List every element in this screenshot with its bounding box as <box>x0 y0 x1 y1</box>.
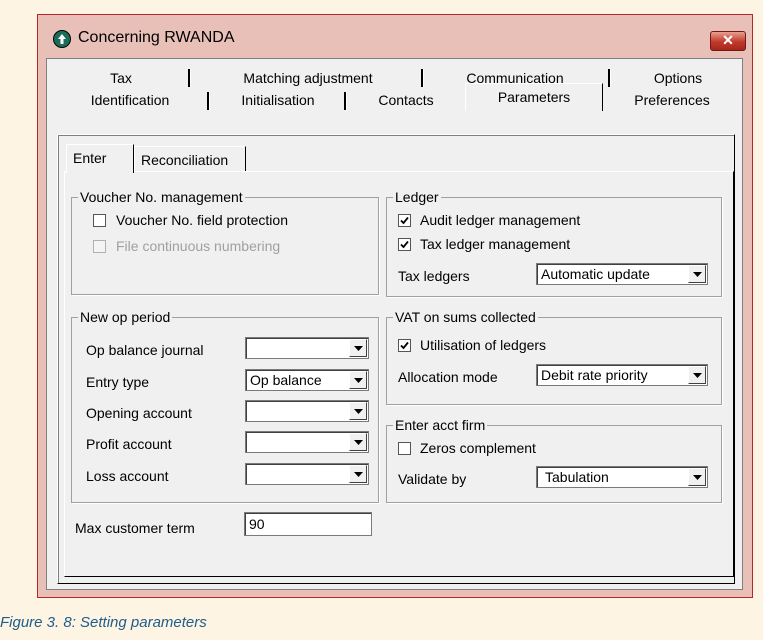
chevron-down-icon <box>354 409 363 414</box>
tab-tax[interactable]: Tax <box>51 67 191 89</box>
dropdown-button[interactable] <box>688 468 706 486</box>
entry-type-label: Entry type <box>86 374 150 390</box>
continuous-numbering-checkbox <box>93 240 106 253</box>
op-balance-journal-select[interactable] <box>245 337 369 359</box>
chevron-down-icon <box>354 472 363 477</box>
vat-group: VAT on sums collected <box>386 309 722 405</box>
tab-contacts[interactable]: Contacts <box>347 89 465 111</box>
dropdown-button[interactable] <box>349 433 367 451</box>
tax-ledgers-label: Tax ledgers <box>398 268 470 284</box>
dialog-window: Concerning RWANDA ✕ Tax Matching adjustm… <box>37 14 753 598</box>
zeros-complement-checkbox[interactable] <box>398 442 411 455</box>
close-icon: ✕ <box>722 32 734 48</box>
dropdown-button[interactable] <box>349 339 367 357</box>
allocation-mode-label: Allocation mode <box>398 369 498 385</box>
checkmark-icon <box>400 216 409 225</box>
tab-divider <box>421 69 424 87</box>
audit-ledger-checkbox[interactable] <box>398 214 411 227</box>
chevron-down-icon <box>693 373 702 378</box>
max-customer-term-label: Max customer term <box>75 520 195 536</box>
title-bar[interactable]: Concerning RWANDA ✕ <box>38 15 752 55</box>
dropdown-button[interactable] <box>349 371 367 389</box>
field-protection-checkbox[interactable] <box>93 214 106 227</box>
zeros-complement-label: Zeros complement <box>420 440 536 456</box>
allocation-mode-value: Debit rate priority <box>541 367 648 383</box>
utilisation-ledgers-checkbox[interactable] <box>398 339 411 352</box>
tab-matching-adjustment[interactable]: Matching adjustment <box>193 67 423 89</box>
validate-by-select[interactable]: Tabulation <box>536 466 708 488</box>
acct-firm-group: Enter acct firm <box>386 417 722 503</box>
validate-by-value: Tabulation <box>545 469 609 485</box>
tab-divider <box>207 92 210 110</box>
entry-type-select[interactable]: Op balance <box>245 369 369 391</box>
tax-ledgers-select[interactable]: Automatic update <box>536 263 708 285</box>
window-title: Concerning RWANDA <box>78 29 235 46</box>
tab-parameters[interactable]: Parameters <box>465 83 603 111</box>
tab-identification[interactable]: Identification <box>51 89 209 111</box>
tax-ledger-checkbox[interactable] <box>398 238 411 251</box>
entry-type-value: Op balance <box>250 372 322 388</box>
dropdown-button[interactable] <box>349 465 367 483</box>
tab-divider <box>188 69 191 87</box>
opening-account-label: Opening account <box>86 405 192 421</box>
ledger-group-legend: Ledger <box>393 189 441 205</box>
info-arrow-icon <box>53 30 71 48</box>
tab-divider <box>608 69 611 87</box>
close-button[interactable]: ✕ <box>710 31 746 51</box>
field-protection-label: Voucher No. field protection <box>116 212 288 228</box>
loss-account-select[interactable] <box>245 463 369 485</box>
subtab-enter[interactable]: Enter <box>66 144 134 173</box>
tax-ledgers-value: Automatic update <box>541 266 650 282</box>
opening-account-select[interactable] <box>245 400 369 422</box>
dropdown-button[interactable] <box>688 366 706 384</box>
tax-ledger-label: Tax ledger management <box>420 236 571 252</box>
audit-ledger-label: Audit ledger management <box>420 212 581 228</box>
profit-account-select[interactable] <box>245 431 369 453</box>
vat-group-legend: VAT on sums collected <box>393 309 538 325</box>
tab-initialisation[interactable]: Initialisation <box>211 89 345 111</box>
figure-caption: Figure 3. 8: Setting parameters <box>0 614 207 631</box>
subtab-reconciliation[interactable]: Reconciliation <box>134 146 246 172</box>
validate-by-label: Validate by <box>398 471 467 487</box>
chevron-down-icon <box>693 475 702 480</box>
voucher-group-legend: Voucher No. management <box>78 189 245 205</box>
max-customer-term-value: 90 <box>249 516 265 532</box>
dropdown-button[interactable] <box>349 402 367 420</box>
checkmark-icon <box>400 341 409 350</box>
checkmark-icon <box>400 240 409 249</box>
allocation-mode-select[interactable]: Debit rate priority <box>536 364 708 386</box>
chevron-down-icon <box>354 346 363 351</box>
tab-options[interactable]: Options <box>613 67 743 89</box>
max-customer-term-input[interactable]: 90 <box>244 512 372 536</box>
dropdown-button[interactable] <box>688 265 706 283</box>
op-balance-journal-label: Op balance journal <box>86 342 204 358</box>
new-op-period-legend: New op period <box>78 309 173 325</box>
chevron-down-icon <box>354 378 363 383</box>
chevron-down-icon <box>693 272 702 277</box>
chevron-down-icon <box>354 440 363 445</box>
loss-account-label: Loss account <box>86 468 169 484</box>
utilisation-ledgers-label: Utilisation of ledgers <box>420 337 547 353</box>
profit-account-label: Profit account <box>86 436 172 452</box>
acct-firm-legend: Enter acct firm <box>393 417 488 433</box>
tab-preferences[interactable]: Preferences <box>607 89 737 111</box>
continuous-numbering-label: File continuous numbering <box>116 238 281 254</box>
